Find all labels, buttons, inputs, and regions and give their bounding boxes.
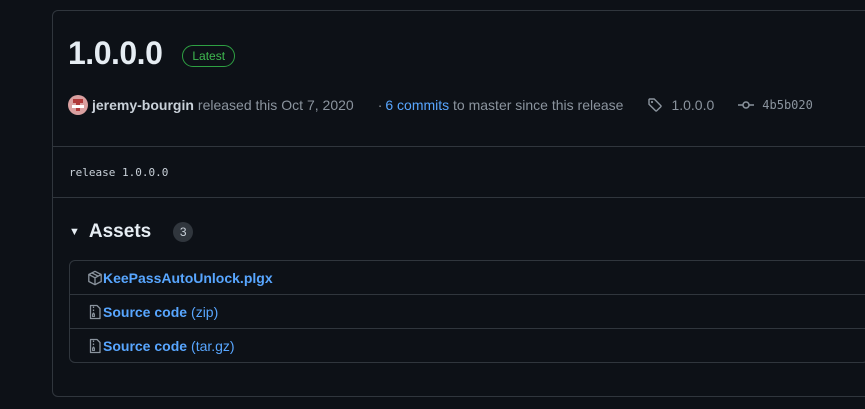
release-meta: jeremy-bourgin released this Oct 7, 2020…: [68, 95, 813, 115]
assets-title: Assets: [88, 221, 152, 242]
release-title[interactable]: 1.0.0.0: [68, 35, 163, 72]
file-zip-icon: [89, 304, 101, 319]
assets-count: 3: [173, 222, 194, 242]
tag-label: 1.0.0.0: [671, 97, 715, 113]
commits-dot: ·: [377, 97, 383, 113]
asset-link[interactable]: Source code: [103, 338, 187, 354]
asset-row[interactable]: Source code (tar.gz): [70, 328, 865, 362]
asset-ext: (zip): [191, 303, 219, 320]
git-commit-icon: [738, 101, 755, 109]
asset-link[interactable]: KeePassAutoUnlock.plgx: [103, 270, 273, 286]
file-zip-icon: [89, 338, 101, 353]
latest-badge: Latest: [182, 44, 236, 67]
package-icon: [88, 270, 102, 285]
caret-down-icon: ▼: [69, 226, 80, 238]
release-date: Oct 7, 2020: [281, 97, 354, 113]
commit-link[interactable]: 4b5b020: [738, 97, 813, 113]
tag-icon: [648, 98, 663, 112]
author-link[interactable]: jeremy-bourgin: [92, 97, 194, 113]
release-card: 1.0.0.0 Latest jeremy-bourgin released t…: [52, 10, 865, 397]
asset-list: KeePassAutoUnlock.plgx Source code (zip)…: [69, 260, 865, 363]
commits-info: · 6 commits to master since this release: [378, 97, 624, 113]
tag-link[interactable]: 1.0.0.0: [647, 97, 714, 113]
release-notes: release 1.0.0.0: [69, 166, 169, 179]
divider: [53, 146, 865, 147]
release-header: 1.0.0.0 Latest: [68, 35, 236, 72]
asset-link[interactable]: Source code: [103, 304, 187, 320]
divider: [53, 197, 865, 198]
avatar[interactable]: [68, 95, 88, 115]
commits-link[interactable]: 6 commits: [385, 97, 449, 113]
assets-toggle[interactable]: ▼ Assets 3: [69, 221, 194, 243]
commits-suffix: to master since this release: [453, 97, 624, 113]
released-text: released this: [197, 97, 278, 113]
asset-row[interactable]: KeePassAutoUnlock.plgx: [70, 261, 865, 294]
asset-ext: (tar.gz): [191, 337, 235, 354]
asset-row[interactable]: Source code (zip): [70, 294, 865, 328]
commit-hash: 4b5b020: [762, 98, 813, 112]
